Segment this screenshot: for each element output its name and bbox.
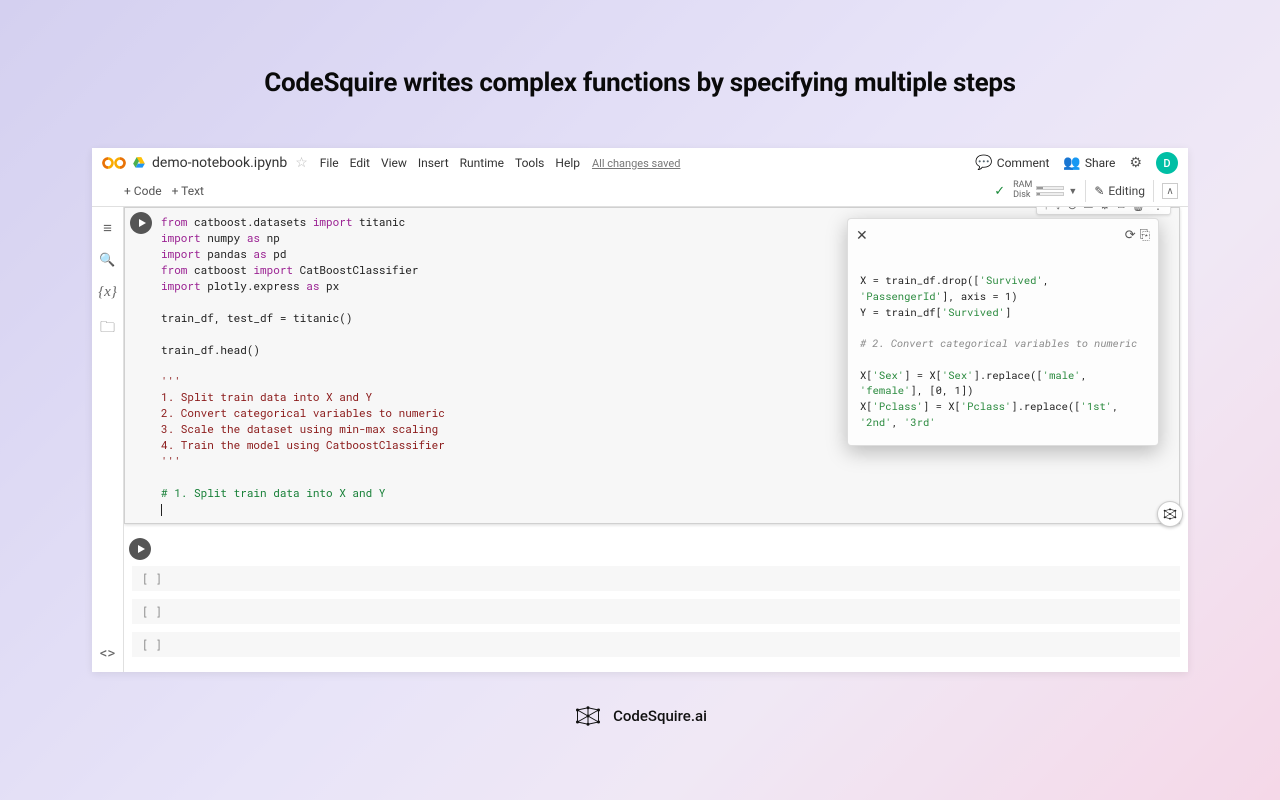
link-icon[interactable]: ⊝ (1067, 207, 1077, 212)
comment-icon: 💬 (975, 155, 992, 171)
disk-label: Disk (1013, 191, 1032, 201)
editing-mode[interactable]: ✎ Editing (1094, 184, 1145, 198)
cell-gutter (129, 212, 153, 234)
avatar[interactable]: D (1156, 152, 1178, 174)
share-label: Share (1085, 156, 1116, 170)
menu-help[interactable]: Help (555, 156, 580, 170)
editing-label: Editing (1108, 184, 1145, 198)
settings-cell-icon[interactable]: ⚙ (1099, 207, 1110, 212)
comment-button[interactable]: 💬 Comment (975, 155, 1049, 171)
menu-runtime[interactable]: Runtime (460, 156, 504, 170)
move-up-icon[interactable]: ↑ (1043, 207, 1049, 212)
collapse-button[interactable]: ∧ (1162, 183, 1178, 199)
copy-icon[interactable]: ⎘ (1140, 225, 1150, 245)
files-icon[interactable]: 🗀 (100, 317, 115, 342)
share-button[interactable]: 👥 Share (1063, 155, 1115, 171)
sidebar: ≡ 🔍 {x} 🗀 <> (92, 207, 124, 672)
code-cell[interactable] (124, 534, 1180, 558)
comment-label: Comment (997, 156, 1050, 170)
footer-brand: CodeSquire.ai (613, 707, 707, 725)
star-icon[interactable]: ☆ (295, 155, 308, 171)
colab-window: demo-notebook.ipynb ☆ File Edit View Ins… (92, 148, 1188, 672)
codesquire-icon (1162, 507, 1178, 521)
ram-disk-indicator[interactable]: RAM Disk ▼ (1013, 181, 1077, 201)
notebook-name[interactable]: demo-notebook.ipynb (152, 155, 287, 171)
check-icon: ✓ (994, 184, 1005, 199)
suggestion-panel: ✕ ⟳ ⎘ X = train_df.drop(['Survived', 'Pa… (847, 218, 1159, 446)
divider (1153, 180, 1154, 202)
cell-bracket: [ ] (142, 637, 162, 652)
save-status: All changes saved (592, 157, 680, 170)
code-cell-active[interactable]: ↑ ↓ ⊝ ✉ ⚙ ⧉ 🗑 ⋮ from catboost.datasets i… (124, 207, 1180, 524)
toolbar-right: ✓ RAM Disk ▼ ✎ Editing ∧ (994, 180, 1178, 202)
cell-bracket: [ ] (142, 604, 162, 619)
menu-insert[interactable]: Insert (418, 156, 449, 170)
footer-logo: CodeSquire.ai (0, 704, 1280, 728)
codesquire-logo-icon (573, 704, 603, 728)
add-code-button[interactable]: + Code (124, 184, 162, 198)
cell-toolbar: ↑ ↓ ⊝ ✉ ⚙ ⧉ 🗑 ⋮ (1036, 207, 1171, 215)
menu-bar: File Edit View Insert Runtime Tools Help (320, 156, 580, 170)
delete-icon[interactable]: 🗑 (1131, 207, 1146, 212)
code-icon[interactable]: <> (100, 644, 115, 662)
refresh-icon[interactable]: ⟳ (1125, 225, 1136, 245)
hero-title: CodeSquire writes complex functions by s… (0, 0, 1280, 148)
suggestion-body: X = train_df.drop(['Survived', 'Passenge… (860, 273, 1146, 431)
header-right: 💬 Comment 👥 Share ⚙ D (975, 152, 1178, 174)
colab-logo-icon (102, 155, 126, 171)
cell-bracket: [ ] (142, 571, 162, 586)
settings-icon[interactable]: ⚙ (1129, 155, 1142, 171)
colab-header: demo-notebook.ipynb ☆ File Edit View Ins… (92, 148, 1188, 176)
suggestion-actions: ⟳ ⎘ (1125, 225, 1150, 245)
pencil-icon: ✎ (1094, 184, 1104, 198)
variables-icon[interactable]: {x} (98, 284, 117, 301)
menu-view[interactable]: View (381, 156, 407, 170)
dropdown-caret-icon: ▼ (1068, 186, 1077, 197)
cursor (161, 504, 162, 516)
search-icon[interactable]: 🔍 (99, 253, 115, 268)
menu-tools[interactable]: Tools (515, 156, 544, 170)
toc-icon[interactable]: ≡ (103, 219, 112, 237)
empty-cell[interactable]: [ ] (132, 599, 1180, 624)
menu-edit[interactable]: Edit (350, 156, 370, 170)
colab-toolbar: + Code + Text ✓ RAM Disk ▼ ✎ Editing (92, 176, 1188, 207)
drive-icon (132, 156, 146, 170)
more-icon[interactable]: ⋮ (1152, 207, 1164, 212)
notebook-area: ↑ ↓ ⊝ ✉ ⚙ ⧉ 🗑 ⋮ from catboost.datasets i… (124, 207, 1188, 672)
share-icon: 👥 (1063, 155, 1080, 171)
divider (1085, 180, 1086, 202)
add-text-button[interactable]: + Text (172, 184, 204, 198)
codesquire-badge[interactable] (1157, 501, 1183, 527)
run-button[interactable] (129, 538, 151, 560)
move-down-icon[interactable]: ↓ (1055, 207, 1061, 212)
empty-cell[interactable]: [ ] (132, 566, 1180, 591)
run-button[interactable] (130, 212, 152, 234)
comment-cell-icon[interactable]: ✉ (1083, 207, 1093, 212)
colab-body: ≡ 🔍 {x} 🗀 <> ↑ ↓ ⊝ ✉ ⚙ ⧉ 🗑 ⋮ (92, 207, 1188, 672)
close-icon[interactable]: ✕ (856, 225, 868, 246)
menu-file[interactable]: File (320, 156, 339, 170)
cell-gutter (128, 538, 152, 560)
mirror-icon[interactable]: ⧉ (1116, 207, 1125, 212)
empty-cell[interactable]: [ ] (132, 632, 1180, 657)
